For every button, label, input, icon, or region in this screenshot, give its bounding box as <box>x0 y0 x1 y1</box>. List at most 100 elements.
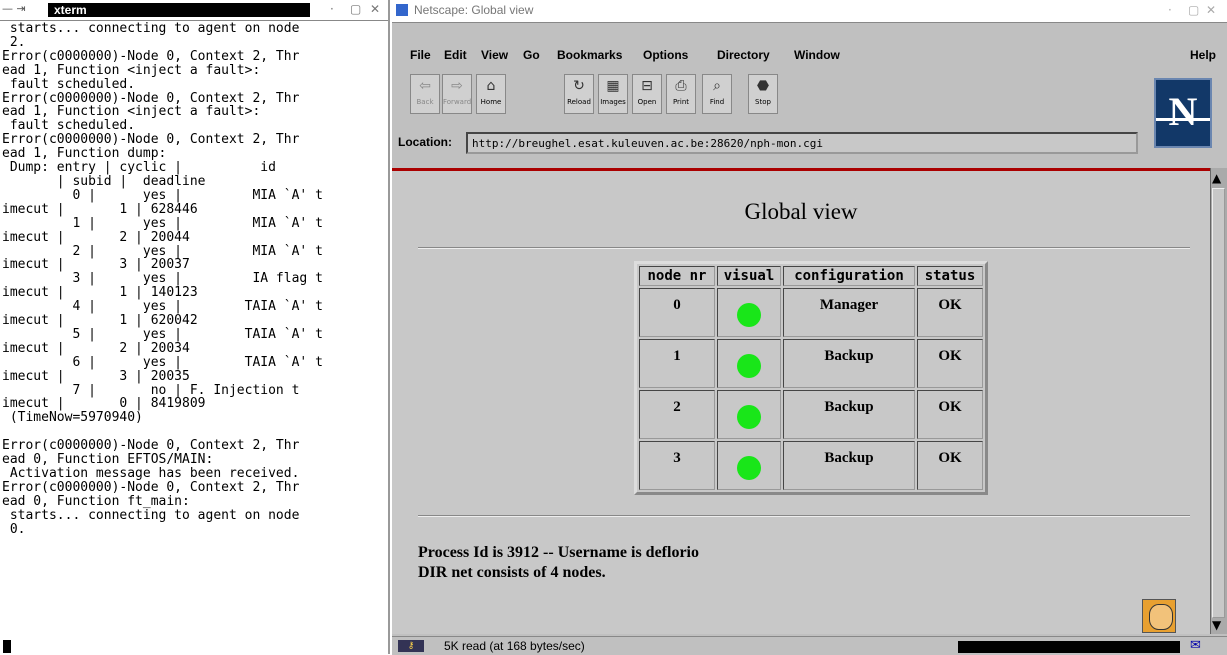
menu-bookmarks[interactable]: Bookmarks <box>557 48 622 62</box>
stop-icon: ⬣ <box>756 78 770 94</box>
close-icon[interactable]: ✕ <box>1206 3 1216 17</box>
status-indicator-dot <box>737 303 761 327</box>
netscape-logo-letter: N <box>1168 89 1198 134</box>
terminal-line: Activation message has been received. <box>2 466 300 481</box>
toolbar-button-label: Reload <box>567 98 591 106</box>
xterm-title: xterm <box>48 3 310 17</box>
find-icon: ⌕ <box>713 78 721 94</box>
status-indicator-dot <box>737 456 761 480</box>
menu-bar: File Edit View Go Bookmarks Options Dire… <box>392 44 1227 66</box>
forward-button[interactable]: ⇨ Forward <box>442 74 472 114</box>
table-row: 1 Backup OK <box>639 339 983 388</box>
terminal-line: Error(c0000000)-Node 0, Context 2, Thr <box>2 438 300 454</box>
images-button[interactable]: ▦ Images <box>598 74 628 114</box>
toolbar-button-label: Find <box>709 98 725 106</box>
xterm-window[interactable]: — ⇥ xterm · ▢ ✕ starts... connecting to … <box>0 0 390 654</box>
terminal-line: 3 | yes | IA flag t <box>2 271 323 287</box>
terminal-line: | subid | deadline <box>2 173 206 189</box>
print-button[interactable]: ⎙ Print <box>666 74 696 114</box>
open-button[interactable]: ⊟ Open <box>632 74 662 114</box>
divider <box>418 515 1190 517</box>
table-row: 2 Backup OK <box>639 390 983 439</box>
status-cell: OK <box>917 390 983 439</box>
terminal-line: starts... connecting to agent on node <box>2 22 300 36</box>
location-input[interactable] <box>466 132 1138 154</box>
column-header: status <box>917 266 983 286</box>
menu-directory[interactable]: Directory <box>717 48 770 62</box>
process-info: Process Id is 3912 -- Username is deflor… <box>418 543 699 583</box>
stop-button[interactable]: ⬣ Stop <box>748 74 778 114</box>
terminal-line: Error(c0000000)-Node 0, Context 2, Thr <box>2 132 300 148</box>
node-number-cell: 0 <box>639 288 715 337</box>
close-icon[interactable]: ✕ <box>370 2 380 16</box>
status-cell: OK <box>917 288 983 337</box>
menu-edit[interactable]: Edit <box>444 48 467 62</box>
menu-go[interactable]: Go <box>523 48 540 62</box>
find-button[interactable]: ⌕ Find <box>702 74 732 114</box>
menu-options[interactable]: Options <box>643 48 688 62</box>
terminal-line: ead 0, Function ft_main: <box>2 493 190 509</box>
terminal-line: imecut | 2 | 20034 <box>2 340 190 356</box>
minimize-icon[interactable]: · <box>330 2 334 16</box>
terminal-line: imecut | 3 | 20035 <box>2 368 190 384</box>
status-cell: OK <box>917 441 983 490</box>
maximize-icon[interactable]: ▢ <box>350 2 361 16</box>
home-button[interactable]: ⌂ Home <box>476 74 506 114</box>
menu-window[interactable]: Window <box>794 48 840 62</box>
status-indicator-dot <box>737 405 761 429</box>
reload-button[interactable]: ↻ Reload <box>564 74 594 114</box>
home-icon: ⌂ <box>486 78 496 94</box>
configuration-cell: Backup <box>783 441 915 490</box>
netscape-logo[interactable]: N <box>1154 78 1212 148</box>
table-row: 3 Backup OK <box>639 441 983 490</box>
scroll-down-icon[interactable]: ▼ <box>1212 618 1221 632</box>
back-icon: ⇦ <box>419 78 431 94</box>
terminal-line: ead 0, Function EFTOS/MAIN: <box>2 452 214 468</box>
configuration-cell: Backup <box>783 339 915 388</box>
column-header: node nr <box>639 266 715 286</box>
visual-cell <box>717 390 781 439</box>
netscape-app-icon[interactable] <box>396 4 408 16</box>
node-number-cell: 1 <box>639 339 715 388</box>
configuration-cell: Manager <box>783 288 915 337</box>
column-header: configuration <box>783 266 915 286</box>
back-button[interactable]: ⇦ Back <box>410 74 440 114</box>
terminal-line: 0. <box>2 521 26 537</box>
window-menu-icon[interactable]: — ⇥ <box>2 2 46 16</box>
status-indicator-dot <box>737 354 761 378</box>
menu-view[interactable]: View <box>481 48 508 62</box>
table-row: 0 Manager OK <box>639 288 983 337</box>
terminal-line: fault scheduled. <box>2 76 136 92</box>
terminal-output[interactable]: starts... connecting to agent on node 2.… <box>2 22 386 634</box>
mozilla-icon[interactable] <box>1142 599 1176 633</box>
open-icon: ⊟ <box>641 78 653 94</box>
status-bar: ⚷ 5K read (at 168 bytes/sec) ✉ <box>392 636 1227 655</box>
terminal-line: Error(c0000000)-Node 0, Context 2, Thr <box>2 90 300 106</box>
mail-icon[interactable]: ✉ <box>1190 638 1201 653</box>
terminal-line: ead 1, Function dump: <box>2 146 167 162</box>
scroll-thumb[interactable] <box>1212 188 1225 618</box>
forward-icon: ⇨ <box>451 78 463 94</box>
images-icon: ▦ <box>606 78 620 94</box>
terminal-line: imecut | 1 | 140123 <box>2 285 198 301</box>
terminal-line: 2. <box>2 34 26 50</box>
maximize-icon[interactable]: ▢ <box>1188 3 1199 17</box>
menu-file[interactable]: File <box>410 48 431 62</box>
xterm-titlebar[interactable]: — ⇥ xterm · ▢ ✕ <box>0 0 388 21</box>
scroll-up-icon[interactable]: ▲ <box>1212 171 1221 185</box>
window-title: Netscape: Global view <box>414 3 534 17</box>
terminal-cursor <box>3 640 11 653</box>
toolbar-button-label: Print <box>672 98 690 106</box>
netscape-window[interactable]: Netscape: Global view · ▢ ✕ File Edit Vi… <box>392 0 1227 655</box>
security-key-icon[interactable]: ⚷ <box>398 640 424 652</box>
terminal-line: 1 | yes | MIA `A' t <box>2 215 323 231</box>
terminal-line: imecut | 1 | 620042 <box>2 313 198 329</box>
terminal-line: (TimeNow=5970940) <box>2 410 143 426</box>
vertical-scrollbar[interactable]: ▲ ▼ <box>1210 168 1227 634</box>
minimize-icon[interactable]: · <box>1168 3 1172 17</box>
divider <box>418 247 1190 249</box>
menu-help[interactable]: Help <box>1190 48 1216 62</box>
netscape-titlebar[interactable]: Netscape: Global view · ▢ ✕ <box>392 0 1227 23</box>
reload-icon: ↻ <box>573 78 585 94</box>
terminal-line: ead 1, Function <inject a fault>: <box>2 104 261 120</box>
